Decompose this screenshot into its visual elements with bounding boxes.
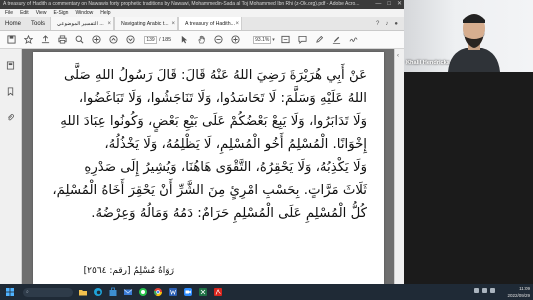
- hadith-source: رَوَاهُ مُسْلِمٌ [رقم: ٢٥٦٤]: [83, 266, 174, 276]
- battery-icon[interactable]: [490, 288, 495, 293]
- search-icon: ⌕: [26, 289, 29, 295]
- tab-tools[interactable]: Tools: [26, 17, 50, 30]
- chevron-down-icon[interactable]: ▾: [272, 37, 275, 43]
- bell-icon[interactable]: ♪: [385, 21, 388, 27]
- sign-icon[interactable]: [349, 35, 359, 45]
- store-icon[interactable]: [107, 286, 119, 298]
- hadith-line: ثَلَاثَ مَرَّاتٍ. بِحَسْبِ امْرِئٍ مِنَ …: [52, 183, 367, 198]
- participant-figure: [448, 14, 500, 72]
- minimize-button[interactable]: —: [375, 0, 381, 9]
- whatsapp-icon[interactable]: [137, 286, 149, 298]
- title-bar: A treasury of Hadith a commentary on Naw…: [0, 0, 404, 9]
- star-icon[interactable]: [23, 35, 33, 45]
- network-icon[interactable]: [474, 288, 479, 293]
- acrobat-icon[interactable]: [212, 286, 224, 298]
- hadith-line: وَلَا تَدَابَرُوا، وَلَا يَبِعْ بَعْضُكُ…: [60, 114, 367, 129]
- page-down-icon[interactable]: [125, 35, 135, 45]
- tab-document-1-label: التفسير الموضوعي ...: [57, 21, 104, 27]
- close-icon[interactable]: ×: [108, 17, 112, 30]
- zoom-app-icon[interactable]: [182, 286, 194, 298]
- window-controls: — □ ✕: [375, 0, 402, 9]
- bookmark-icon[interactable]: [6, 83, 15, 101]
- close-icon[interactable]: ×: [236, 17, 240, 30]
- right-tools-panel: ‹: [394, 49, 404, 284]
- page-up-icon[interactable]: [108, 35, 118, 45]
- left-navigation-panel: [0, 49, 22, 284]
- volume-icon[interactable]: [482, 288, 487, 293]
- page-thumbnails-icon[interactable]: [6, 57, 15, 75]
- tab-document-2[interactable]: Navigating Arabic t... ×: [114, 17, 179, 30]
- page-total: / 185: [159, 36, 172, 43]
- hand-icon[interactable]: [196, 35, 206, 45]
- file-explorer-icon[interactable]: [77, 286, 89, 298]
- mail-icon[interactable]: [122, 286, 134, 298]
- expand-panel-icon[interactable]: ‹: [397, 53, 399, 59]
- clock-time: 11:09: [519, 286, 530, 291]
- tab-document-3[interactable]: A treasury of Hadith... ×: [178, 17, 243, 30]
- menu-view[interactable]: View: [36, 9, 47, 17]
- select-cursor-icon[interactable]: [179, 35, 189, 45]
- zoom-out-icon[interactable]: [213, 35, 223, 45]
- hadith-line: إِخْوَانًا. الْمُسْلِمُ أَخُو الْمُسْلِم…: [104, 137, 367, 152]
- comment-icon[interactable]: [298, 35, 308, 45]
- attachment-icon[interactable]: [6, 109, 15, 127]
- tab-right-icons: ? ♪ ●: [376, 17, 404, 30]
- menu-esign[interactable]: E-Sign: [53, 9, 68, 17]
- zoom-in-icon[interactable]: [91, 35, 101, 45]
- hadith-line: كُلُّ الْمُسْلِمِ عَلَى الْمُسْلِمِ حَرَ…: [91, 206, 367, 221]
- close-button[interactable]: ✕: [397, 0, 402, 9]
- account-icon[interactable]: ●: [394, 21, 398, 27]
- clock[interactable]: 11:09 2022/09/29: [507, 285, 530, 299]
- menu-window[interactable]: Window: [75, 9, 93, 17]
- tab-document-3-label: A treasury of Hadith...: [185, 21, 235, 27]
- clock-date: 2022/09/29: [507, 293, 530, 298]
- participant-video: Khalil Hendricks: [404, 0, 533, 72]
- chrome-icon[interactable]: [152, 286, 164, 298]
- system-tray-icons: [474, 288, 495, 293]
- menu-edit[interactable]: Edit: [20, 9, 29, 17]
- page-navigator: 139 / 185: [144, 35, 172, 44]
- hadith-line: اللهُ عَلَيْهِ وَسَلَّمَ: لَا تَحَاسَدُو…: [78, 91, 367, 106]
- document-viewer[interactable]: عَنْ أَبِي هُرَيْرَةَ رَضِيَ اللهُ عَنْه…: [22, 49, 394, 284]
- fit-page-icon[interactable]: [281, 35, 291, 45]
- hadith-text: عَنْ أَبِي هُرَيْرَةَ رَضِيَ اللهُ عَنْه…: [51, 64, 367, 225]
- tab-document-1[interactable]: التفسير الموضوعي ... ×: [50, 17, 115, 30]
- pen-icon[interactable]: [315, 35, 325, 45]
- hadith-line: وَلَا يَكْذِبُهُ، وَلَا يَحْقِرُهُ، التَ…: [84, 160, 367, 175]
- menu-file[interactable]: File: [5, 9, 13, 17]
- pdf-page: عَنْ أَبِي هُرَيْرَةَ رَضِيَ اللهُ عَنْه…: [33, 52, 384, 284]
- zoom-level[interactable]: 93.1%: [253, 35, 272, 44]
- windows-start-icon[interactable]: [4, 286, 16, 298]
- window-title: A treasury of Hadith a commentary on Naw…: [3, 1, 360, 7]
- help-icon[interactable]: ?: [376, 21, 379, 27]
- close-icon[interactable]: ×: [172, 17, 176, 30]
- tab-home[interactable]: Home: [0, 17, 26, 30]
- video-panel: Khalil Hendricks: [404, 0, 533, 284]
- page-number-input[interactable]: 139: [144, 35, 157, 44]
- taskbar-search[interactable]: ⌕: [23, 287, 73, 297]
- participant-name: Khalil Hendricks: [406, 60, 450, 66]
- zoom-selector[interactable]: 93.1% ▾: [253, 35, 275, 44]
- hadith-line: عَنْ أَبِي هُرَيْرَةَ رَضِيَ اللهُ عَنْه…: [63, 68, 367, 83]
- save-icon[interactable]: [6, 35, 16, 45]
- print-icon[interactable]: [57, 35, 67, 45]
- zoom-in-circle-icon[interactable]: [230, 35, 240, 45]
- search-icon[interactable]: [74, 35, 84, 45]
- tab-document-2-label: Navigating Arabic t...: [121, 21, 169, 27]
- tab-bar: Home Tools التفسير الموضوعي ... × Naviga…: [0, 17, 404, 31]
- toolbar: 139 / 185 93.1% ▾: [0, 31, 404, 49]
- menu-help[interactable]: Help: [100, 9, 110, 17]
- taskbar: ⌕ 11:09 2022/09/29: [0, 284, 533, 300]
- upload-icon[interactable]: [40, 35, 50, 45]
- screen: A treasury of Hadith a commentary on Naw…: [0, 0, 533, 300]
- highlight-icon[interactable]: [332, 35, 342, 45]
- excel-icon[interactable]: [197, 286, 209, 298]
- word-icon[interactable]: [167, 286, 179, 298]
- acrobat-window: A treasury of Hadith a commentary on Naw…: [0, 0, 404, 284]
- menu-bar: File Edit View E-Sign Window Help: [0, 9, 404, 17]
- edge-icon[interactable]: [92, 286, 104, 298]
- maximize-button[interactable]: □: [387, 0, 391, 9]
